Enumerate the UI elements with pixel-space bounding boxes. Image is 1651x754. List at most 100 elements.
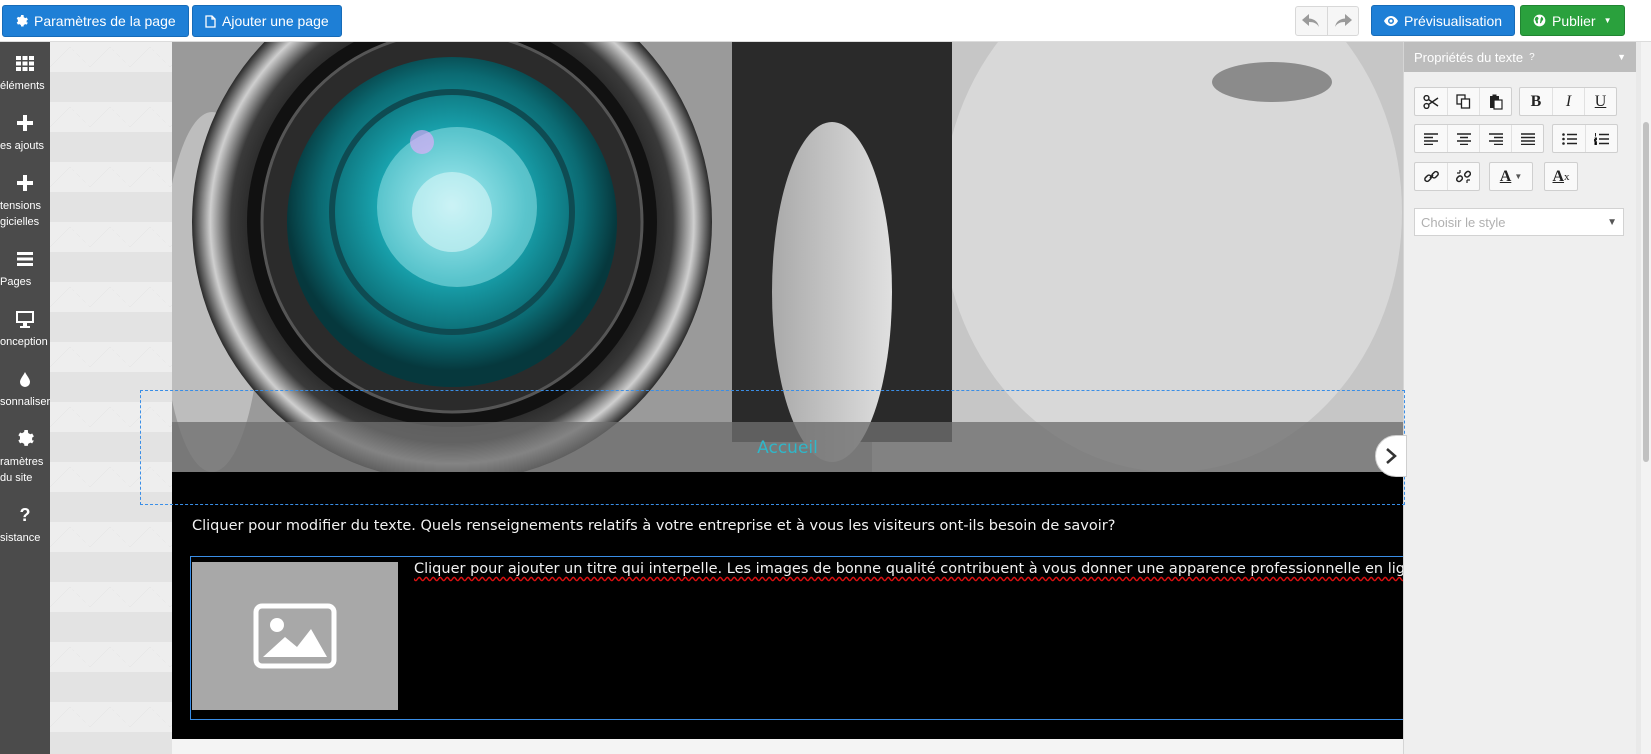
redo-icon xyxy=(1334,14,1352,27)
monitor-icon xyxy=(16,311,34,328)
caret-down-icon: ▼ xyxy=(1607,216,1617,228)
bold-label: B xyxy=(1530,92,1542,110)
copy-icon xyxy=(1456,94,1471,109)
sidebar-item-pages[interactable]: Pages xyxy=(0,248,50,290)
left-sidebar: éléments es ajouts tensions gicielles Pa… xyxy=(0,42,50,754)
align-left-button[interactable] xyxy=(1415,125,1447,152)
undo-redo-group xyxy=(1295,6,1359,36)
sidebar-item-label: Pages xyxy=(0,276,32,288)
camera-photo xyxy=(172,42,1403,472)
clipboard-icon xyxy=(1489,94,1503,110)
align-left-icon xyxy=(1424,132,1438,145)
style-dropdown[interactable]: Choisir le style ▼ xyxy=(1414,208,1624,236)
plus-icon xyxy=(17,175,33,191)
eye-icon xyxy=(1384,15,1398,26)
alignment-group xyxy=(1414,124,1544,153)
paste-button[interactable] xyxy=(1479,88,1511,115)
scrollbar-thumb[interactable] xyxy=(1643,122,1649,462)
add-page-label: Ajouter une page xyxy=(222,13,329,29)
section-divider xyxy=(172,739,1403,754)
top-toolbar: Paramètres de la page Ajouter une page P… xyxy=(0,0,1651,42)
page-settings-label: Paramètres de la page xyxy=(34,13,176,29)
sidebar-item-label-2: du site xyxy=(0,472,33,484)
justify-button[interactable] xyxy=(1511,125,1543,152)
underline-button[interactable]: U xyxy=(1584,88,1616,115)
redo-button[interactable] xyxy=(1326,7,1359,35)
image-icon xyxy=(253,603,337,669)
publish-label: Publier xyxy=(1552,12,1596,29)
scissors-icon xyxy=(1423,94,1439,109)
undo-icon xyxy=(1302,14,1320,27)
bold-button[interactable]: B xyxy=(1520,88,1552,115)
italic-label: I xyxy=(1565,92,1572,110)
question-icon: ? xyxy=(19,505,31,525)
bullet-list-button[interactable] xyxy=(1553,125,1585,152)
caret-down-icon: ▼ xyxy=(1514,172,1523,181)
undo-button[interactable] xyxy=(1296,7,1327,35)
sidebar-item-label: sonnaliser xyxy=(0,396,50,408)
sidebar-item-label: es ajouts xyxy=(0,140,45,152)
nav-item-home[interactable]: Accueil xyxy=(172,438,1403,458)
link-group xyxy=(1414,162,1480,191)
numbered-list-button[interactable] xyxy=(1585,125,1617,152)
publish-button[interactable]: Publier ▼ xyxy=(1520,5,1625,36)
format-group: B I U xyxy=(1519,87,1617,116)
text-properties-panel: Propriétés du texte ? ▼ B I U A ▼ A x Ch… xyxy=(1403,42,1636,754)
collapse-caret-icon[interactable]: ▼ xyxy=(1617,52,1626,62)
clipboard-group xyxy=(1414,87,1512,116)
sidebar-item-extensions[interactable]: tensions gicielles xyxy=(0,172,50,230)
sidebar-item-customize[interactable]: sonnaliser xyxy=(0,368,50,410)
globe-icon xyxy=(1533,14,1546,27)
style-dropdown-placeholder: Choisir le style xyxy=(1421,214,1506,230)
sidebar-item-label: tensions xyxy=(0,200,41,212)
sidebar-item-help[interactable]: ? sistance xyxy=(0,504,50,546)
plus-icon xyxy=(17,115,33,131)
help-icon[interactable]: ? xyxy=(1529,52,1535,63)
sidebar-item-elements[interactable]: éléments xyxy=(0,52,50,94)
sidebar-item-additions[interactable]: es ajouts xyxy=(0,112,50,154)
align-right-icon xyxy=(1488,132,1503,145)
grid-icon xyxy=(16,56,34,71)
justify-icon xyxy=(1520,132,1535,145)
drop-icon xyxy=(20,372,30,387)
clear-format-button[interactable]: Ax xyxy=(1545,163,1577,190)
align-right-button[interactable] xyxy=(1479,125,1511,152)
add-page-button[interactable]: Ajouter une page xyxy=(192,5,342,37)
font-color-group: A ▼ xyxy=(1489,162,1533,191)
cut-button[interactable] xyxy=(1415,88,1447,115)
sidebar-item-label: éléments xyxy=(0,80,45,92)
italic-button[interactable]: I xyxy=(1552,88,1584,115)
unlink-button[interactable] xyxy=(1447,163,1479,190)
panel-title: Propriétés du texte xyxy=(1414,49,1524,65)
underline-label: U xyxy=(1594,92,1607,110)
sidebar-item-label: sistance xyxy=(0,532,41,544)
menu-icon xyxy=(17,252,33,266)
font-color-button[interactable]: A ▼ xyxy=(1490,163,1532,190)
align-center-button[interactable] xyxy=(1447,125,1479,152)
preview-label: Prévisualisation xyxy=(1404,12,1503,29)
caret-down-icon: ▼ xyxy=(1603,16,1612,25)
preview-button[interactable]: Prévisualisation xyxy=(1371,5,1516,36)
sidebar-item-site-settings[interactable]: ramètres du site xyxy=(0,428,50,486)
unlink-icon xyxy=(1456,170,1471,183)
panel-header[interactable]: Propriétés du texte ? ▼ xyxy=(1404,42,1636,72)
gear-icon xyxy=(18,430,34,446)
background-pattern xyxy=(50,42,172,754)
page-settings-button[interactable]: Paramètres de la page xyxy=(2,5,189,37)
copy-button[interactable] xyxy=(1447,88,1479,115)
page-canvas: Accueil Cliquer pour modifier du texte. … xyxy=(172,42,1403,754)
image-placeholder[interactable] xyxy=(192,562,398,710)
clear-format-sub: x xyxy=(1564,170,1570,183)
hero-image xyxy=(172,42,1403,472)
bullet-list-icon xyxy=(1561,132,1577,145)
block-heading-text[interactable]: Cliquer pour ajouter un titre qui interp… xyxy=(414,561,1403,577)
file-icon xyxy=(205,14,216,28)
sidebar-item-label-2: gicielles xyxy=(0,216,40,228)
body-text-block[interactable]: Cliquer pour modifier du texte. Quels re… xyxy=(192,518,1115,534)
page-scrollbar[interactable] xyxy=(1641,42,1651,754)
link-button[interactable] xyxy=(1415,163,1447,190)
font-color-label: A xyxy=(1499,167,1512,185)
sidebar-item-design[interactable]: onception xyxy=(0,308,50,350)
sidebar-item-label: onception xyxy=(0,336,48,348)
link-icon xyxy=(1423,170,1439,183)
